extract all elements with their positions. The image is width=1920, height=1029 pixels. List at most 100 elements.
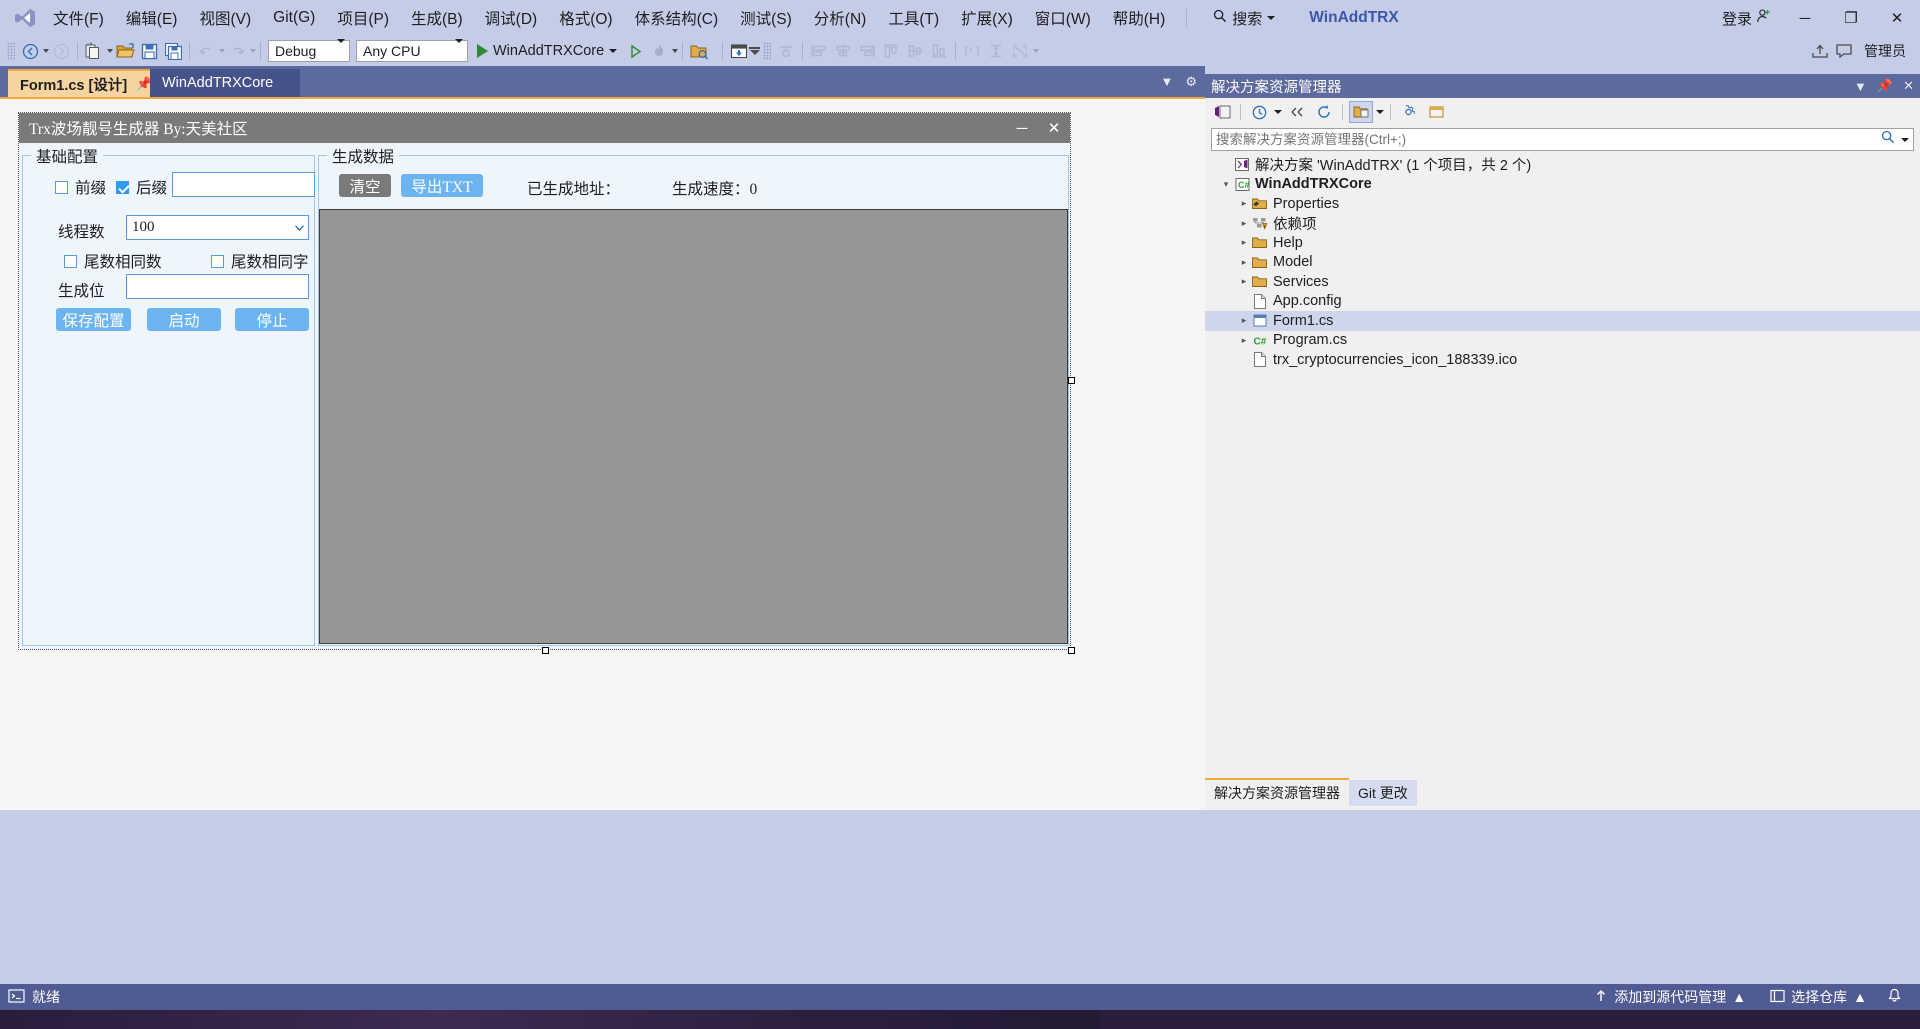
gear-icon[interactable]: ⚙	[1185, 74, 1197, 90]
tree-item-ico-file[interactable]: trx_cryptocurrencies_icon_188339.ico	[1205, 350, 1920, 370]
chevron-down-icon-2[interactable]	[1376, 109, 1384, 114]
chevron-down-icon[interactable]	[290, 216, 308, 239]
tree-item-help[interactable]: ▸ Help	[1205, 233, 1920, 253]
tree-item-form1-cs[interactable]: ▸ Form1.cs	[1205, 311, 1920, 331]
new-project-icon[interactable]	[82, 39, 106, 63]
menu-item-build[interactable]: 生成(B)	[400, 0, 474, 36]
menu-item-tools[interactable]: 工具(T)	[877, 0, 950, 36]
pin-icon[interactable]: 📌	[1877, 78, 1893, 94]
expander-expanded-icon[interactable]: ▾	[1219, 179, 1233, 190]
winforms-designer-surface[interactable]: Trx波场靓号生成器 By:天美社区 ─ ✕ 基础配置 前缀 后缀 线程数 10…	[0, 97, 1205, 810]
navigate-forward-icon[interactable]	[49, 39, 73, 63]
form-minimize-button[interactable]: ─	[1006, 120, 1038, 137]
build-configuration-select[interactable]: Debug	[268, 39, 350, 62]
open-file-icon[interactable]	[113, 39, 137, 63]
solution-tree[interactable]: 解决方案 'WinAddTRX' (1 个项目，共 2 个) ▾ C# WinA…	[1205, 155, 1920, 370]
export-txt-button[interactable]: 导出TXT	[401, 174, 483, 197]
expander-collapsed-icon[interactable]: ▸	[1237, 257, 1251, 268]
suffix-input[interactable]	[172, 172, 315, 197]
hot-reload-dropdown-icon[interactable]	[672, 49, 679, 53]
tree-item-solution[interactable]: 解决方案 'WinAddTRX' (1 个项目，共 2 个)	[1205, 155, 1920, 175]
select-repository-button[interactable]: 选择仓库 ▲	[1758, 984, 1879, 1010]
menu-item-project[interactable]: 项目(P)	[326, 0, 400, 36]
suffix-checkbox-box[interactable]	[116, 180, 129, 194]
tree-item-app-config[interactable]: App.config	[1205, 292, 1920, 312]
start-without-debugging-icon[interactable]	[623, 39, 647, 63]
add-to-source-control-button[interactable]: 添加到源代码管理 ▲	[1582, 984, 1758, 1010]
expander-collapsed-icon[interactable]: ▸	[1237, 276, 1251, 287]
show-all-files-icon[interactable]	[1349, 100, 1373, 123]
close-icon[interactable]: ✕	[1903, 78, 1914, 94]
clear-button[interactable]: 清空	[339, 174, 391, 197]
menu-item-file[interactable]: 文件(F)	[42, 0, 115, 36]
expander-collapsed-icon[interactable]: ▸	[1237, 315, 1251, 326]
save-icon[interactable]	[137, 39, 161, 63]
start-button[interactable]: 启动	[147, 308, 221, 331]
solution-explorer-icon[interactable]	[687, 39, 711, 63]
expander-collapsed-icon[interactable]: ▸	[1237, 198, 1251, 209]
tree-item-project[interactable]: ▾ C# WinAddTRXCore	[1205, 175, 1920, 195]
menu-item-analyze[interactable]: 分析(N)	[803, 0, 878, 36]
platform-select[interactable]: Any CPU	[356, 39, 468, 62]
chevron-down-icon[interactable]	[609, 49, 618, 53]
generated-addresses-listbox[interactable]	[319, 209, 1068, 644]
make-same-height-icon[interactable]	[984, 39, 1008, 63]
tab-order-icon[interactable]	[774, 39, 798, 63]
restore-button[interactable]: ❐	[1828, 0, 1874, 36]
prefix-checkbox-box[interactable]	[55, 180, 68, 194]
suffix-checkbox[interactable]: 后缀	[116, 176, 167, 198]
preview-icon[interactable]	[1424, 101, 1448, 123]
toolbar-overflow-icon[interactable]	[1033, 49, 1040, 53]
resize-handle-corner[interactable]	[1068, 647, 1075, 654]
same-tail-count-checkbox-box[interactable]	[64, 254, 77, 268]
redo-icon[interactable]	[225, 39, 249, 63]
properties-window-icon[interactable]	[727, 39, 751, 63]
thread-count-select[interactable]: 100	[126, 215, 309, 240]
stop-button[interactable]: 停止	[235, 308, 309, 331]
save-all-icon[interactable]	[161, 39, 185, 63]
groupbox-basic-config[interactable]: 基础配置 前缀 后缀 线程数 100 尾数相同数 尾数相同字 生成位 保存配置 …	[22, 145, 315, 646]
groupbox-generated-data[interactable]: 生成数据 清空 导出TXT 已生成地址： 生成速度：0	[318, 145, 1069, 646]
hot-reload-icon[interactable]	[647, 39, 671, 63]
collapse-all-icon[interactable]	[1285, 101, 1309, 123]
menu-item-window[interactable]: 窗口(W)	[1024, 0, 1102, 36]
tab-winaddtrxcore[interactable]: WinAddTRXCore	[150, 69, 300, 97]
align-top-icon[interactable]	[879, 39, 903, 63]
chevron-down-icon[interactable]	[1274, 109, 1282, 114]
undo-icon[interactable]	[194, 39, 218, 63]
prefix-checkbox[interactable]: 前缀	[55, 176, 106, 198]
save-config-button[interactable]: 保存配置	[56, 308, 131, 331]
expander-collapsed-icon[interactable]: ▸	[1237, 237, 1251, 248]
menu-item-debug[interactable]: 调试(D)	[474, 0, 549, 36]
code-view-icon[interactable]	[1210, 101, 1234, 123]
minimize-button[interactable]: ─	[1782, 0, 1828, 36]
make-same-width-icon[interactable]: *	[960, 39, 984, 63]
tree-item-properties[interactable]: ▸ Properties	[1205, 194, 1920, 214]
solution-explorer-search[interactable]	[1211, 128, 1914, 151]
form-close-button[interactable]: ✕	[1038, 119, 1070, 137]
tree-item-dependencies[interactable]: ▸ 依赖项	[1205, 214, 1920, 234]
toolbar-grip-2[interactable]	[763, 42, 772, 60]
align-bottom-icon[interactable]	[927, 39, 951, 63]
resize-handle-right[interactable]	[1068, 377, 1075, 384]
expander-collapsed-icon[interactable]: ▸	[1237, 218, 1251, 229]
menu-item-view[interactable]: 视图(V)	[188, 0, 262, 36]
align-right-icon[interactable]	[855, 39, 879, 63]
chevron-down-icon[interactable]	[1267, 16, 1276, 20]
start-debugging-button[interactable]: WinAddTRXCore	[471, 39, 623, 63]
sign-in-button[interactable]: 登录	[1712, 8, 1782, 29]
design-form[interactable]: Trx波场靓号生成器 By:天美社区 ─ ✕ 基础配置 前缀 后缀 线程数 10…	[18, 112, 1075, 654]
global-search[interactable]: 搜索	[1207, 5, 1281, 31]
search-input[interactable]	[1216, 132, 1881, 147]
resize-handle-bottom[interactable]	[542, 647, 549, 654]
menu-item-architecture[interactable]: 体系结构(C)	[624, 0, 730, 36]
close-button[interactable]: ✕	[1874, 0, 1920, 36]
same-tail-char-checkbox[interactable]: 尾数相同字	[211, 250, 309, 272]
tree-item-model[interactable]: ▸ Model	[1205, 253, 1920, 273]
gen-bits-input[interactable]	[126, 274, 309, 299]
menu-item-help[interactable]: 帮助(H)	[1102, 0, 1177, 36]
tree-item-program-cs[interactable]: ▸ C# Program.cs	[1205, 331, 1920, 351]
tree-item-services[interactable]: ▸ Services	[1205, 272, 1920, 292]
bottom-tab-solution-explorer[interactable]: 解决方案资源管理器	[1205, 778, 1349, 806]
menu-item-edit[interactable]: 编辑(E)	[115, 0, 189, 36]
